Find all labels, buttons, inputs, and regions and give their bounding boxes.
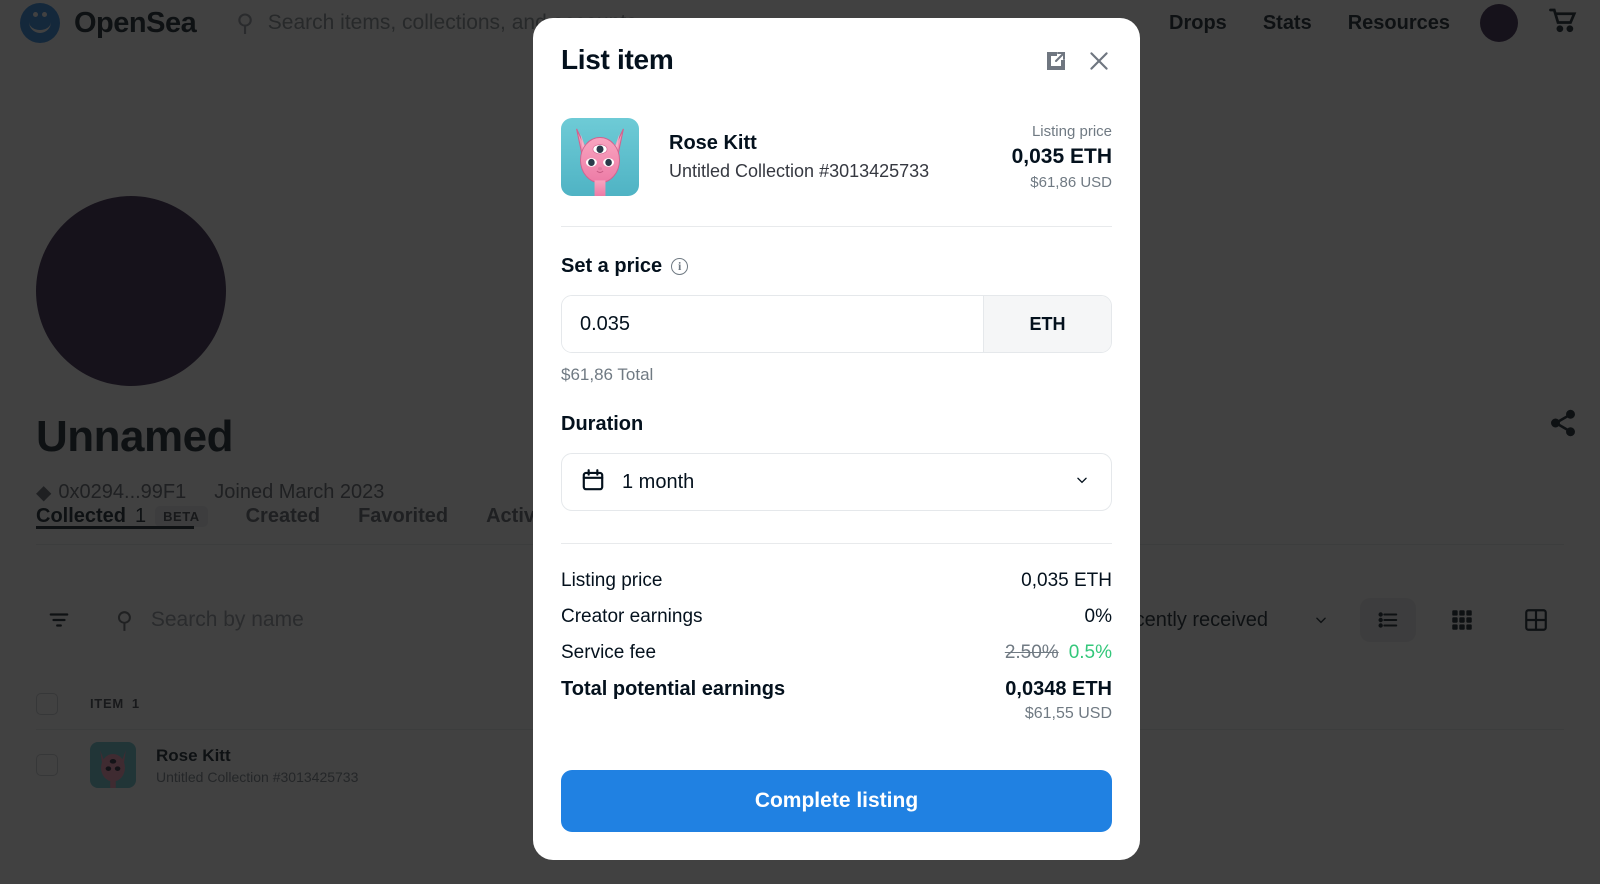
pink-sphynx-cat-nft xyxy=(561,118,639,196)
summary-row-service-fee: Service fee 2.50% 0.5% xyxy=(561,642,1112,664)
modal-header: List item xyxy=(533,18,1140,76)
item-collection: Untitled Collection #3013425733 xyxy=(669,161,930,181)
summary-row-total: Total potential earnings 0,0348 ETH xyxy=(561,678,1112,701)
summary-service-fee-label: Service fee xyxy=(561,642,657,663)
page-root: OpenSea ⚲ Search items, collections, and… xyxy=(0,0,1600,884)
listing-item-summary: Rose Kitt Untitled Collection #301342573… xyxy=(561,76,1112,227)
summary-row-listing-price: Listing price 0,035 ETH xyxy=(561,570,1112,592)
complete-listing-button[interactable]: Complete listing xyxy=(561,770,1112,832)
external-link-icon[interactable] xyxy=(1044,49,1068,73)
duration-label: Duration xyxy=(561,413,644,435)
item-name: Rose Kitt xyxy=(669,132,757,154)
summary-total-label: Total potential earnings xyxy=(561,678,786,700)
summary-listing-price-value: 0,035 ETH xyxy=(1021,570,1112,591)
price-field: ETH xyxy=(561,295,1112,353)
close-icon[interactable] xyxy=(1086,48,1112,74)
modal-header-actions xyxy=(1044,44,1112,74)
modal-footer: Complete listing xyxy=(533,748,1140,860)
summary-creator-earnings-value: 0% xyxy=(1084,606,1112,627)
service-fee-new-value: 0.5% xyxy=(1068,642,1112,663)
listing-price-label: Listing price xyxy=(1031,123,1112,140)
service-fee-old-value: 2.50% xyxy=(1004,642,1059,663)
listing-summary: Listing price 0,035 ETH Creator earnings… xyxy=(561,543,1112,723)
summary-creator-earnings-label: Creator earnings xyxy=(561,606,703,627)
modal-body: Rose Kitt Untitled Collection #301342573… xyxy=(533,76,1140,748)
chevron-down-icon xyxy=(1071,473,1093,492)
summary-listing-price-label: Listing price xyxy=(561,570,663,591)
item-info: Rose Kitt Untitled Collection #301342573… xyxy=(669,132,1012,182)
price-total-hint: $61,86 Total xyxy=(561,365,654,384)
modal-title: List item xyxy=(561,44,674,75)
set-a-price-text: Set a price xyxy=(561,255,663,277)
listing-price-usd: $61,86 USD xyxy=(1030,174,1112,191)
summary-total-value-usd: $61,55 USD xyxy=(1024,705,1112,722)
price-input[interactable] xyxy=(562,296,983,352)
summary-row-creator-earnings: Creator earnings 0% xyxy=(561,606,1112,628)
set-a-price-label: Set a price i xyxy=(561,255,1112,278)
listing-price-eth: 0,035 ETH xyxy=(1011,145,1112,168)
info-icon[interactable]: i xyxy=(671,258,689,275)
duration-dropdown[interactable]: 1 month xyxy=(561,453,1112,511)
summary-service-fee-values: 2.50% 0.5% xyxy=(1005,642,1112,664)
list-item-modal: List item Rose Kitt Untitled Collection … xyxy=(533,18,1140,860)
currency-selector[interactable]: ETH xyxy=(983,296,1111,352)
duration-value: 1 month xyxy=(622,470,695,493)
calendar-icon xyxy=(580,467,606,498)
item-price-block: Listing price 0,035 ETH $61,86 USD xyxy=(1012,123,1112,191)
item-thumbnail xyxy=(561,118,639,196)
summary-total-value-eth: 0,0348 ETH xyxy=(1005,678,1112,700)
